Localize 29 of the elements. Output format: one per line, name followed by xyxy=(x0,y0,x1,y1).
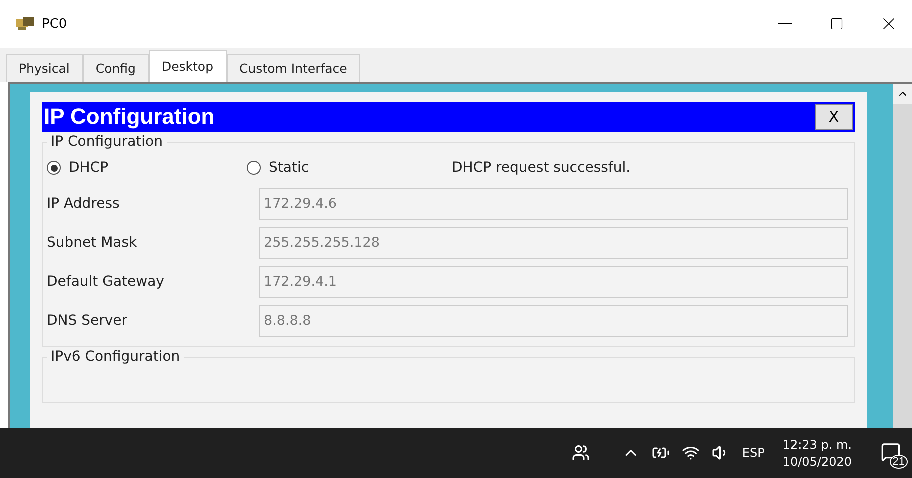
minimize-icon xyxy=(778,23,792,25)
field-label: Subnet Mask xyxy=(47,235,138,251)
window-title: PC0 xyxy=(42,16,68,32)
radio-option[interactable]: DHCP xyxy=(47,160,247,176)
wifi-icon[interactable] xyxy=(682,444,700,462)
language-indicator[interactable]: ESP xyxy=(742,446,765,460)
group-legend: IPv6 Configuration xyxy=(47,349,184,365)
close-button[interactable]: X xyxy=(815,104,853,130)
tab[interactable]: Config xyxy=(82,54,149,82)
radio-button[interactable] xyxy=(247,161,261,175)
tab[interactable]: Physical xyxy=(6,54,83,82)
scrollbar[interactable] xyxy=(893,84,912,428)
clock-time: 12:23 p. m. xyxy=(782,438,852,452)
maximize-icon xyxy=(830,17,844,31)
scroll-up-button[interactable] xyxy=(893,84,912,104)
status-message: DHCP request successful. xyxy=(452,160,631,176)
dialog-title: IP Configuration xyxy=(44,104,215,130)
clock-date: 10/05/2020 xyxy=(782,454,852,468)
tab[interactable]: Custom Interface xyxy=(226,54,360,82)
group-legend: IP Configuration xyxy=(47,134,167,150)
radio-button[interactable] xyxy=(47,161,61,175)
field-label: DNS Server xyxy=(47,313,128,329)
tab[interactable]: Desktop xyxy=(148,50,227,82)
field-label: IP Address xyxy=(47,196,121,212)
computer-icon xyxy=(14,15,36,33)
notification-count: 21 xyxy=(890,455,908,469)
radio-option[interactable]: Static xyxy=(247,160,447,176)
field-label: Default Gateway xyxy=(47,274,166,290)
people-icon[interactable] xyxy=(572,444,590,462)
